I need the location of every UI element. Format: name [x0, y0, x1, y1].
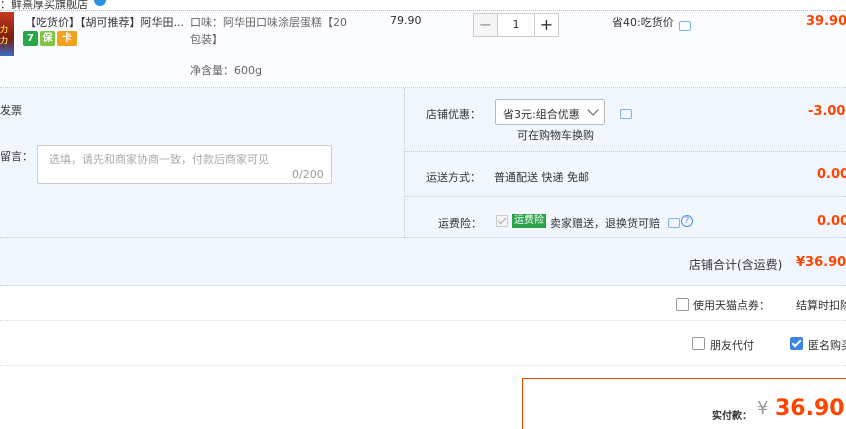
shop-discount-note: 可在购物车换购 — [517, 129, 594, 142]
chat-icon[interactable] — [668, 218, 680, 228]
shipping-fee: 0.00 — [817, 167, 846, 182]
insurance-label: 运费险： — [438, 217, 482, 230]
friend-pay-checkbox[interactable] — [692, 337, 705, 350]
shipping-method: 普通配送 快递 免邮 — [494, 171, 589, 184]
quantity-increase-button[interactable]: + — [534, 14, 558, 36]
shop-discount-amount: -3.00 — [808, 104, 846, 119]
shop-total-label: 店铺合计(含运费) — [689, 258, 783, 272]
quantity-decrease-button[interactable]: − — [474, 14, 498, 36]
chat-icon[interactable] — [679, 21, 691, 31]
currency-symbol: ¥ — [757, 398, 769, 419]
shipping-label: 运送方式： — [426, 171, 481, 184]
shop-discount-select[interactable]: 省3元:组合优惠 — [495, 99, 605, 125]
message-label: 买家留言： — [0, 150, 33, 163]
quantity-input[interactable]: 1 — [498, 14, 534, 36]
item-subtotal: 39.90 — [806, 14, 846, 29]
chevron-down-icon — [587, 104, 599, 116]
shop-discount-value: 省3元:组合优惠 — [503, 108, 580, 121]
help-icon[interactable]: ? — [681, 215, 693, 227]
product-thumbnail[interactable]: 力力 — [0, 12, 14, 56]
product-title[interactable]: 【吃货价】【胡可推荐】阿华田... — [25, 14, 184, 30]
shop-discount-label: 店铺优惠： — [426, 108, 481, 121]
payment-label: 实付款： — [712, 411, 752, 422]
shop-badge-icon — [94, 0, 106, 6]
anonymous-checkbox[interactable] — [790, 337, 803, 350]
shop-name[interactable]: ：鲜熹厚买旗舰店 — [0, 0, 88, 10]
insurance-checkbox[interactable] — [496, 215, 508, 227]
chat-icon[interactable] — [620, 109, 632, 119]
divider — [405, 196, 846, 197]
invoice-label[interactable]: 开具发票 — [0, 102, 22, 118]
shop-header: ：鲜熹厚买旗舰店 — [0, 0, 846, 10]
payment-amount: 36.90 — [775, 396, 845, 421]
divider — [0, 365, 846, 366]
divider — [405, 151, 846, 152]
shop-total-value: ¥36.90 — [796, 255, 846, 270]
insurance-fee: 0.00 — [817, 214, 846, 229]
coupon-note: 结算时扣除 — [796, 299, 846, 312]
quantity-stepper: − 1 + — [473, 13, 559, 37]
card-payment-icon: 卡 — [57, 31, 77, 46]
insurance-text: 卖家赠送，退换货可赔 — [550, 217, 660, 230]
product-net-weight: 净含量：600g — [190, 64, 262, 77]
insurance-badge: 运费险 — [512, 214, 546, 228]
guarantee-icon: 保 — [40, 31, 55, 46]
buyer-message-placeholder: 选填，请先和商家协商一致，付款后商家可见 — [49, 153, 269, 166]
message-char-count: 0/200 — [292, 168, 324, 181]
seven-day-return-icon: 7 — [23, 31, 38, 46]
saving-info: 省40:吃货价 — [612, 16, 674, 29]
product-sku: 口味：阿华田口味涂层蛋糕【20包装】 — [190, 16, 347, 46]
unit-price: 79.90 — [390, 14, 422, 27]
product-tags: 7保卡 — [23, 31, 79, 47]
friend-pay-label[interactable]: 朋友代付 — [710, 337, 754, 353]
anonymous-label[interactable]: 匿名购买 — [808, 337, 846, 353]
coupon-checkbox[interactable] — [676, 298, 689, 311]
divider — [0, 320, 846, 321]
coupon-label[interactable]: 使用天猫点券： — [693, 297, 770, 313]
